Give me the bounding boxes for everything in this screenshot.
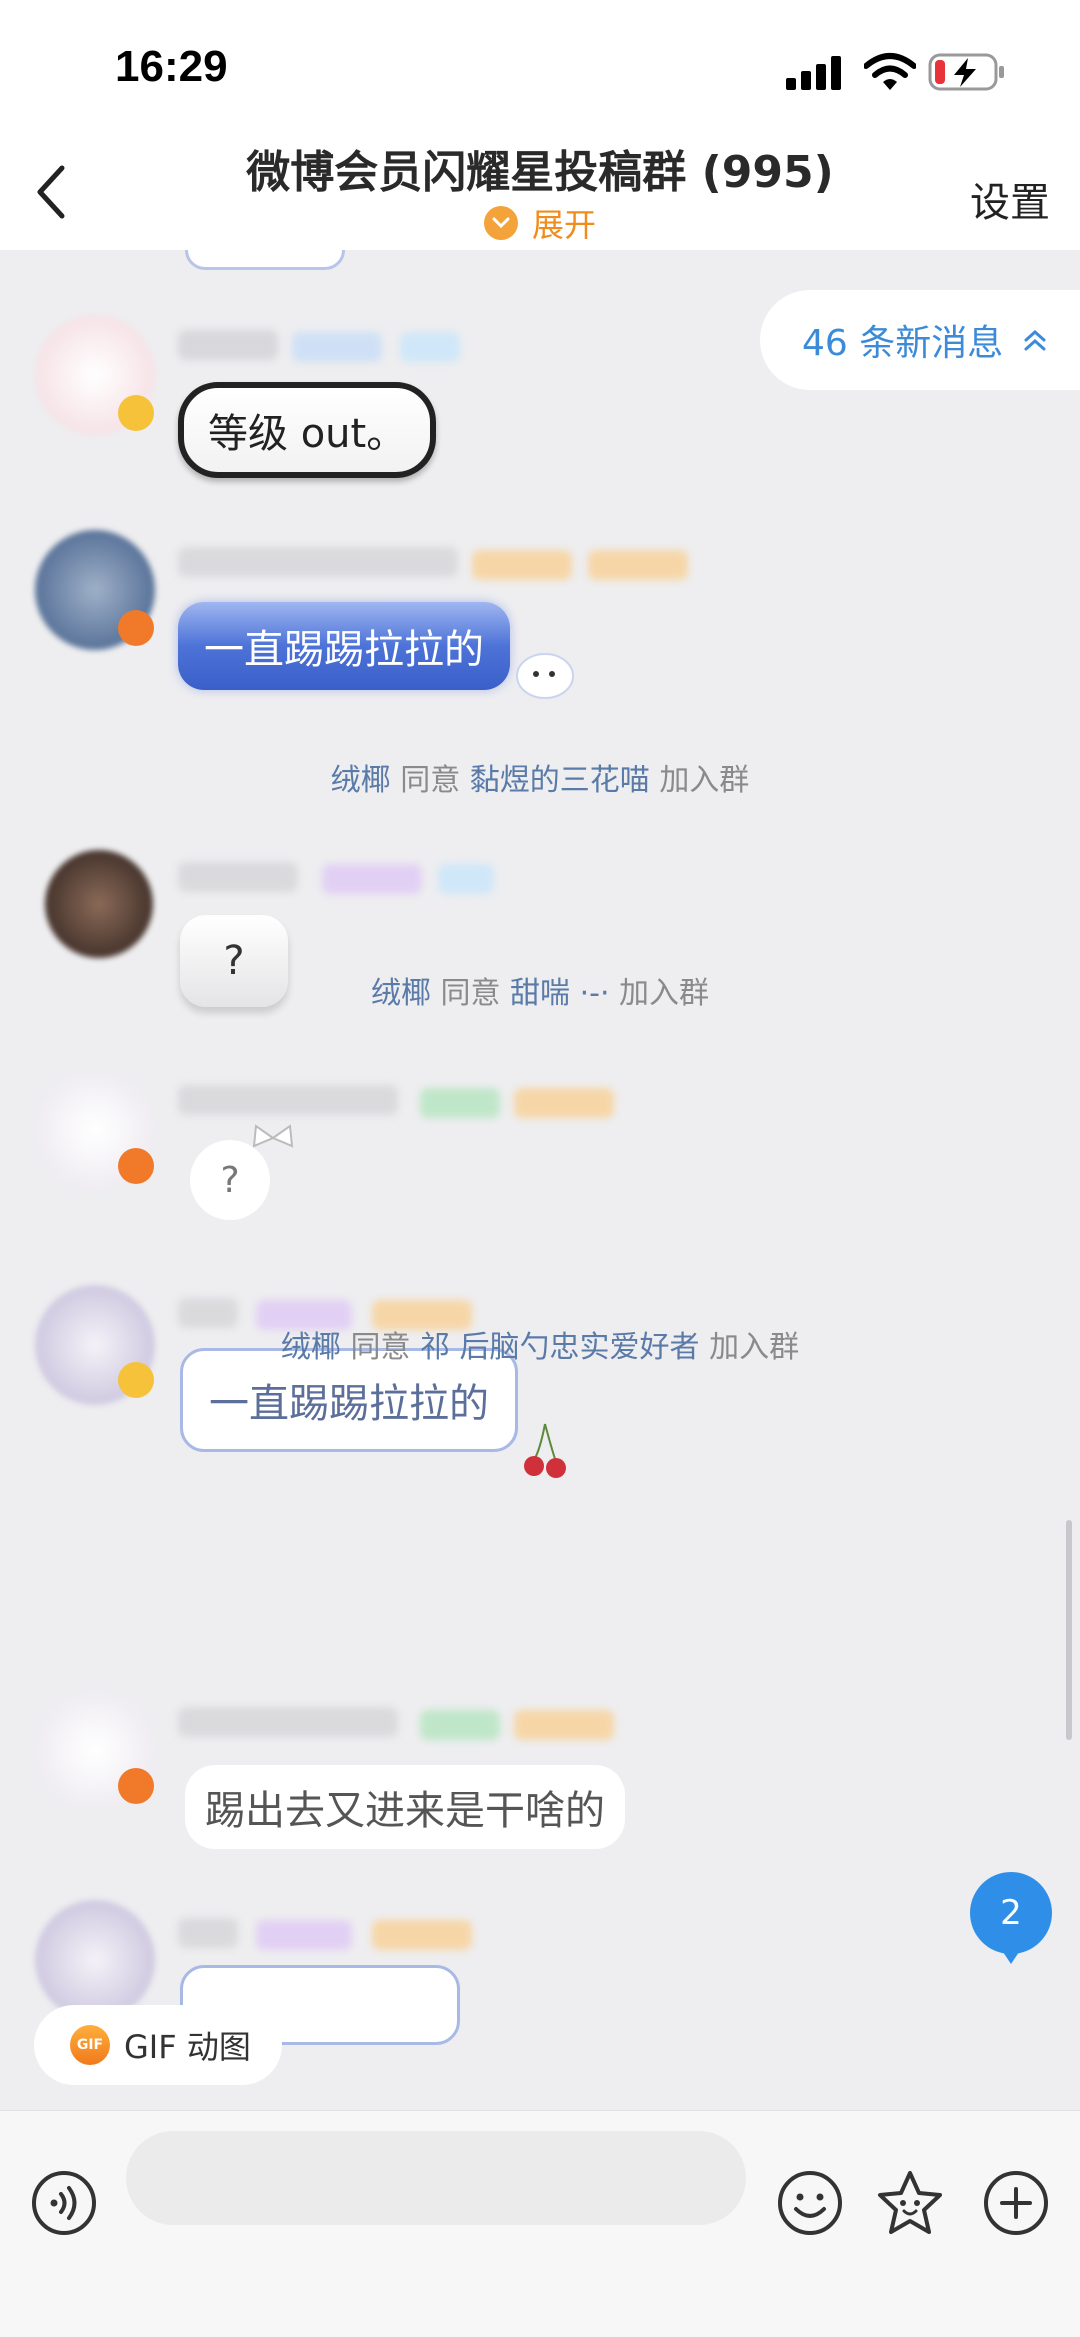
system-suffix: 加入群 bbox=[659, 763, 750, 798]
system-action: 同意 bbox=[400, 763, 461, 798]
message-bubble[interactable]: 踢出去又进来是干啥的 bbox=[185, 1765, 625, 1849]
unread-count-badge[interactable]: 2 bbox=[970, 1872, 1052, 1964]
gif-sticker-button[interactable]: GIF GIF 动图 bbox=[34, 2005, 282, 2085]
member-tag-blurred bbox=[514, 1710, 614, 1740]
gif-label: GIF 动图 bbox=[124, 2028, 251, 2066]
avatar-badge bbox=[118, 395, 154, 431]
system-action: 同意 bbox=[350, 1330, 411, 1365]
partial-message-bubble bbox=[185, 250, 345, 270]
approver-name[interactable]: 绒椰 bbox=[371, 976, 431, 1011]
message-text: ? bbox=[220, 1159, 240, 1201]
avatar[interactable] bbox=[45, 850, 153, 958]
approver-name[interactable]: 绒椰 bbox=[331, 763, 391, 798]
wifi-icon bbox=[864, 53, 916, 90]
plus-icon[interactable] bbox=[982, 2169, 1050, 2237]
cloud-puppy-sticker-icon bbox=[516, 653, 574, 699]
member-tag-blurred bbox=[438, 864, 494, 894]
status-bar: 16:29 bbox=[0, 0, 1080, 130]
new-member-name[interactable]: 祁 后脑勺忠实爱好者 bbox=[420, 1330, 700, 1365]
expand-label: 展开 bbox=[531, 206, 596, 244]
member-tag-blurred bbox=[420, 1088, 500, 1118]
sender-name-blurred bbox=[178, 547, 458, 577]
member-tag-blurred bbox=[588, 550, 688, 580]
battery-charging-icon bbox=[928, 53, 1004, 91]
bow-ribbon-icon bbox=[252, 1124, 294, 1148]
message-text: 等级 out。 bbox=[208, 411, 407, 457]
member-tag-blurred bbox=[256, 1920, 352, 1950]
sender-name-blurred bbox=[178, 1918, 238, 1948]
member-tag-blurred bbox=[400, 332, 460, 362]
system-suffix: 加入群 bbox=[709, 1330, 800, 1365]
avatar-badge bbox=[118, 1148, 154, 1184]
member-tag-blurred bbox=[514, 1088, 614, 1118]
approver-name[interactable]: 绒椰 bbox=[281, 1330, 341, 1365]
scrollbar[interactable] bbox=[1066, 1520, 1072, 1740]
avatar-badge bbox=[118, 1768, 154, 1804]
message-text: 踢出去又进来是干啥的 bbox=[205, 1788, 605, 1834]
settings-button[interactable]: 设置 bbox=[970, 170, 1050, 228]
message-text: 一直踢踢拉拉的 bbox=[204, 627, 484, 673]
sender-name-blurred bbox=[178, 330, 278, 360]
new-messages-button[interactable]: 46 条新消息 bbox=[760, 290, 1080, 390]
avatar-badge bbox=[118, 610, 154, 646]
sender-name-blurred bbox=[178, 1707, 398, 1737]
new-messages-label: 46 条新消息 bbox=[802, 323, 1004, 364]
sender-name-blurred bbox=[178, 862, 298, 892]
member-tag-blurred bbox=[420, 1710, 500, 1740]
group-title[interactable]: 微博会员闪耀星投稿群 (995) bbox=[0, 136, 1080, 200]
sticker-star-icon[interactable] bbox=[874, 2167, 946, 2239]
double-chevron-up-icon bbox=[1024, 329, 1046, 351]
gif-icon: GIF bbox=[70, 2025, 110, 2065]
input-bar bbox=[0, 2110, 1080, 2337]
cherry-icon bbox=[524, 1423, 566, 1478]
cellular-signal-icon bbox=[786, 56, 844, 90]
member-tag-blurred bbox=[472, 550, 572, 580]
system-suffix: 加入群 bbox=[619, 976, 710, 1011]
system-message: 绒椰 同意 祁 后脑勺忠实爱好者 加入群 bbox=[0, 1322, 1080, 1366]
new-member-name[interactable]: 甜喘 ·-· bbox=[510, 976, 609, 1011]
emoji-icon[interactable] bbox=[776, 2169, 844, 2237]
member-tag-blurred bbox=[372, 1920, 472, 1950]
message-bubble[interactable]: 等级 out。 bbox=[178, 382, 437, 478]
avatar-badge bbox=[118, 1362, 154, 1398]
system-message: 绒椰 同意 甜喘 ·-· 加入群 bbox=[0, 968, 1080, 1012]
voice-input-icon[interactable] bbox=[30, 2169, 98, 2237]
sender-name-blurred bbox=[178, 1085, 398, 1115]
status-time: 16:29 bbox=[115, 42, 228, 91]
message-bubble[interactable]: 一直踢踢拉拉的 bbox=[178, 602, 510, 690]
message-list[interactable]: 46 条新消息 等级 out。 一直踢踢拉拉的 绒椰 同意 黏煜的三花喵 加入群… bbox=[0, 250, 1080, 2110]
member-tag-blurred bbox=[322, 864, 422, 894]
expand-toggle[interactable]: 展开 bbox=[0, 200, 1080, 246]
avatar[interactable] bbox=[35, 1900, 155, 2020]
new-member-name[interactable]: 黏煜的三花喵 bbox=[470, 763, 650, 798]
message-input[interactable] bbox=[126, 2131, 746, 2225]
message-text: 一直踢踢拉拉的 bbox=[209, 1381, 489, 1427]
system-action: 同意 bbox=[440, 976, 501, 1011]
system-message: 绒椰 同意 黏煜的三花喵 加入群 bbox=[0, 755, 1080, 799]
member-tag-blurred bbox=[292, 332, 382, 362]
chat-header: 微博会员闪耀星投稿群 (995) 展开 设置 bbox=[0, 130, 1080, 250]
chevron-down-icon bbox=[483, 206, 518, 240]
